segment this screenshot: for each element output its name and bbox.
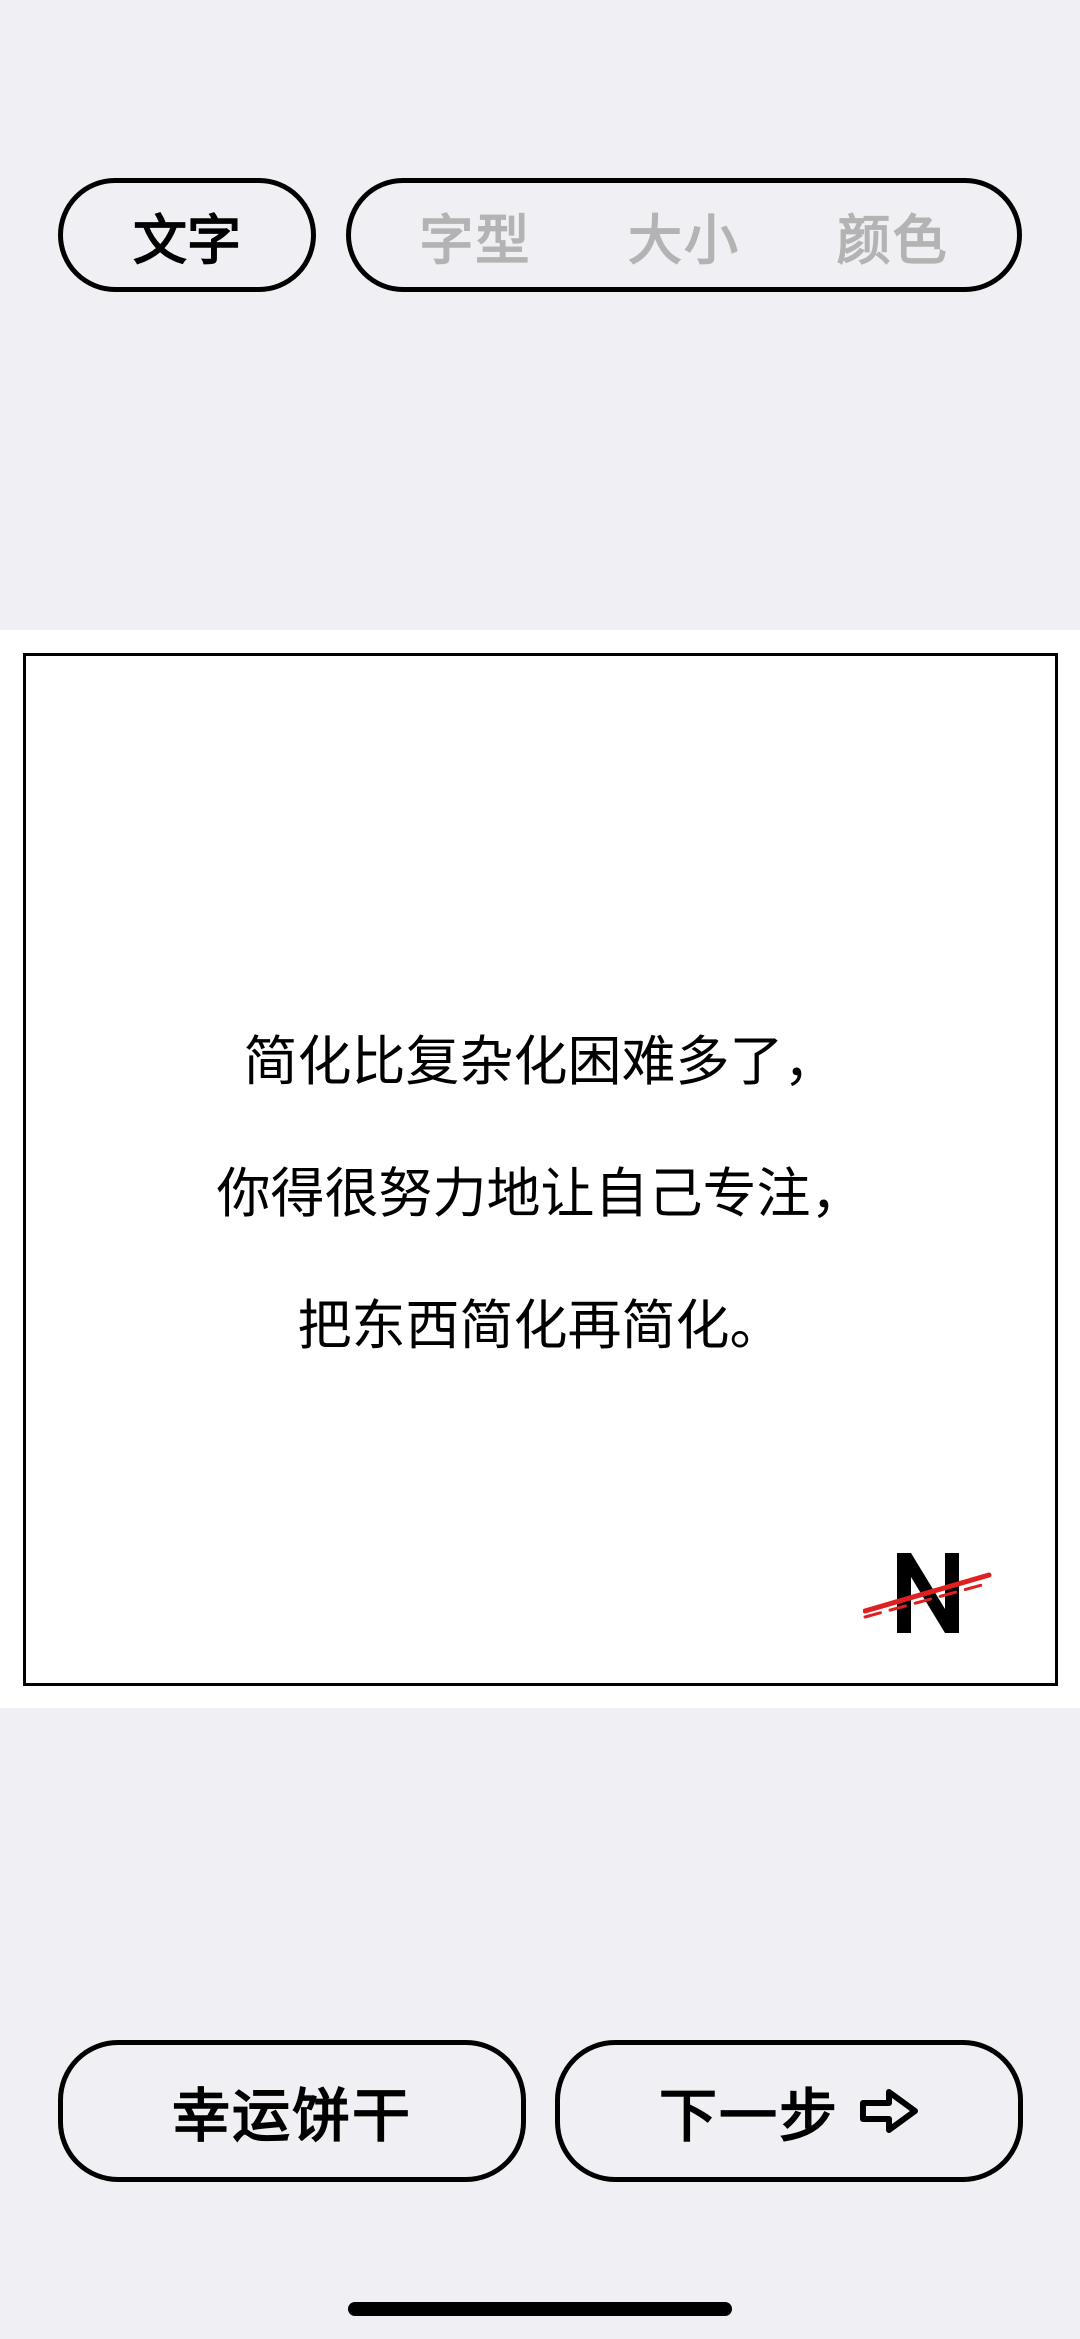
quote-line-3: 把东西简化再简化。 [297, 1294, 784, 1357]
quote-canvas[interactable]: 简化比复杂化困难多了， 你得很努力地让自己专注， 把东西简化再简化。 N [23, 653, 1058, 1686]
tab-text[interactable]: 文字 [58, 178, 316, 292]
tab-size[interactable]: 大小 [628, 196, 740, 275]
style-tab-group: 字型 大小 颜色 [346, 178, 1022, 292]
arrow-right-outline-icon [860, 2089, 918, 2133]
fortune-cookie-button[interactable]: 幸运饼干 [58, 2040, 526, 2182]
tab-font[interactable]: 字型 [419, 196, 531, 275]
quote-line-2: 你得很努力地让自己专注， [216, 1162, 865, 1225]
quote-line-1: 简化比复杂化困难多了， [243, 1030, 838, 1093]
logo-letter: N [863, 1547, 864, 1548]
editor-screen: 文字 字型 大小 颜色 简化比复杂化困难多了， 你得很努力地让自己专注， 把东西… [0, 0, 1080, 2339]
quote-text: 简化比复杂化困难多了， 你得很努力地让自己专注， 把东西简化再简化。 [26, 996, 1055, 1392]
next-step-label: 下一步 [658, 2082, 839, 2150]
fortune-cookie-label: 幸运饼干 [171, 2082, 412, 2150]
n-logo-icon: N [863, 1547, 992, 1633]
tab-color[interactable]: 颜色 [837, 196, 949, 275]
tab-text-label: 文字 [133, 208, 241, 272]
home-indicator[interactable] [348, 2302, 732, 2316]
next-step-button[interactable]: 下一步 [555, 2040, 1023, 2182]
